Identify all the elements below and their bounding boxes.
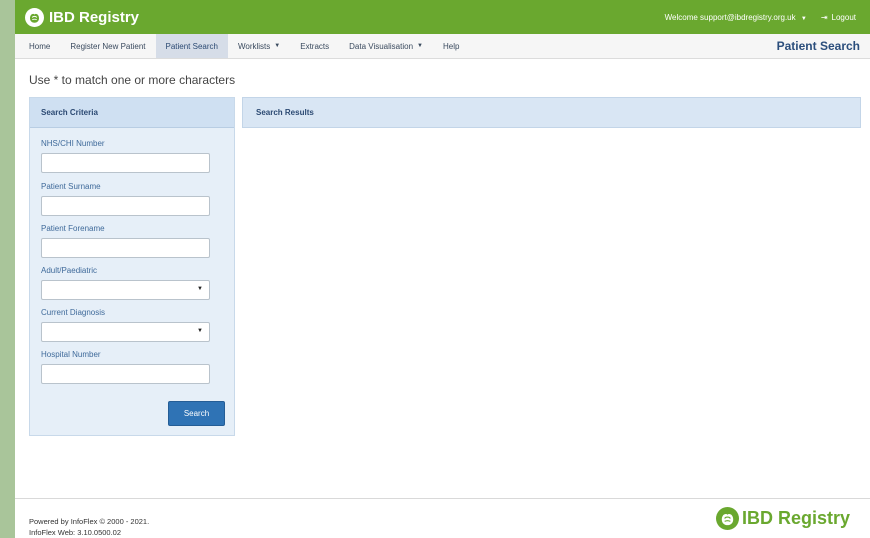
nhs-field: NHS/CHI Number <box>41 139 210 173</box>
search-results-title: Search Results <box>256 108 314 117</box>
forename-label: Patient Forename <box>41 224 105 233</box>
main-nav: Home Register New Patient Patient Search… <box>15 34 870 59</box>
user-menu[interactable]: Welcome support@ibdregistry.org.uk ▼ <box>665 13 807 22</box>
diagnosis-label: Current Diagnosis <box>41 308 106 317</box>
nav-patient-search[interactable]: Patient Search <box>155 34 228 58</box>
surname-field: Patient Surname <box>41 182 210 216</box>
search-criteria-title: Search Criteria <box>30 98 234 128</box>
welcome-text: Welcome support@ibdregistry.org.uk <box>664 12 796 22</box>
search-hint: Use * to match one or more characters <box>29 73 236 87</box>
nav-patient-search-label: Patient Search <box>165 41 218 51</box>
search-button[interactable]: Search <box>168 401 225 426</box>
powered-by-text: Powered by InfoFlex © 2000 - 2021. <box>29 517 150 526</box>
chevron-down-icon: ▼ <box>197 328 203 334</box>
top-bar: IBD Registry Welcome support@ibdregistry… <box>15 0 870 34</box>
diagnosis-select[interactable]: ▼ <box>41 322 210 342</box>
app-title: IBD Registry <box>49 8 140 26</box>
version-text: InfoFlex Web: 3.10.0500.02 <box>29 528 122 537</box>
nav-register-label: Register New Patient <box>70 41 146 51</box>
nhs-number-input[interactable] <box>41 153 210 173</box>
nav-register-new-patient[interactable]: Register New Patient <box>60 34 155 58</box>
footer-text: Powered by InfoFlex © 2000 - 2021. InfoF… <box>29 516 149 538</box>
adult-paediatric-select[interactable]: ▼ <box>41 280 210 300</box>
nhs-label: NHS/CHI Number <box>41 139 105 148</box>
nav-data-visualisation[interactable]: Data Visualisation ▼ <box>339 34 433 58</box>
forename-field: Patient Forename <box>41 224 210 258</box>
chevron-down-icon: ▼ <box>800 15 807 22</box>
logout-link[interactable]: ⇥ Logout <box>821 13 856 22</box>
ibd-logo-icon <box>25 7 44 27</box>
adult-paediatric-field: Adult/Paediatric ▼ <box>41 266 210 300</box>
brand[interactable]: IBD Registry <box>25 7 140 27</box>
forename-input[interactable] <box>41 238 210 258</box>
search-criteria-panel: Search Criteria NHS/CHI Number Patient S… <box>29 97 235 436</box>
footer-brand-title: IBD Registry <box>741 508 850 528</box>
logout-icon: ⇥ <box>820 12 828 22</box>
nav-data-vis-label: Data Visualisation <box>349 41 414 51</box>
nav-help-label: Help <box>442 41 460 51</box>
hospital-number-field: Hospital Number <box>41 350 210 384</box>
chevron-down-icon: ▼ <box>274 43 281 49</box>
nav-extracts[interactable]: Extracts <box>290 34 339 58</box>
search-results-panel: Search Results <box>242 97 861 128</box>
app-frame: IBD Registry Welcome support@ibdregistry… <box>15 0 870 538</box>
diagnosis-field: Current Diagnosis ▼ <box>41 308 210 342</box>
adult-paediatric-label: Adult/Paediatric <box>41 266 98 275</box>
nav-home[interactable]: Home <box>15 34 60 58</box>
footer-brand: IBD Registry <box>715 507 850 530</box>
page-title: Patient Search <box>776 39 860 53</box>
surname-label: Patient Surname <box>41 182 101 191</box>
ibd-logo-icon <box>715 507 739 530</box>
nav-worklists-label: Worklists <box>237 41 271 51</box>
nav-worklists[interactable]: Worklists ▼ <box>228 34 290 58</box>
footer: Powered by InfoFlex © 2000 - 2021. InfoF… <box>15 498 870 538</box>
logout-label: Logout <box>831 12 856 22</box>
nav-home-label: Home <box>29 41 51 51</box>
hospital-number-label: Hospital Number <box>41 350 101 359</box>
hospital-number-input[interactable] <box>41 364 210 384</box>
surname-input[interactable] <box>41 196 210 216</box>
chevron-down-icon: ▼ <box>197 286 203 292</box>
nav-help[interactable]: Help <box>433 34 469 58</box>
nav-extracts-label: Extracts <box>300 41 330 51</box>
chevron-down-icon: ▼ <box>417 43 423 49</box>
